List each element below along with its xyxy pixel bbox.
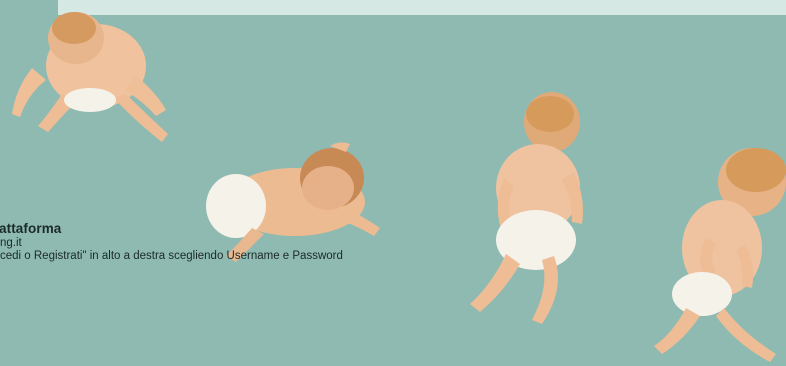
instructions-register-line: cedi o Registrati" in alto a destra sceg… — [0, 250, 343, 262]
instructions-url-line: ng.it — [0, 237, 22, 249]
baby-photo-top-left — [12, 12, 168, 142]
baby-photo-walking-back — [470, 92, 583, 324]
baby-photo-walking-right — [654, 148, 786, 362]
registration-instructions: attaforma ng.it cedi o Registrati" in al… — [0, 221, 520, 263]
instructions-title: attaforma — [0, 221, 62, 236]
